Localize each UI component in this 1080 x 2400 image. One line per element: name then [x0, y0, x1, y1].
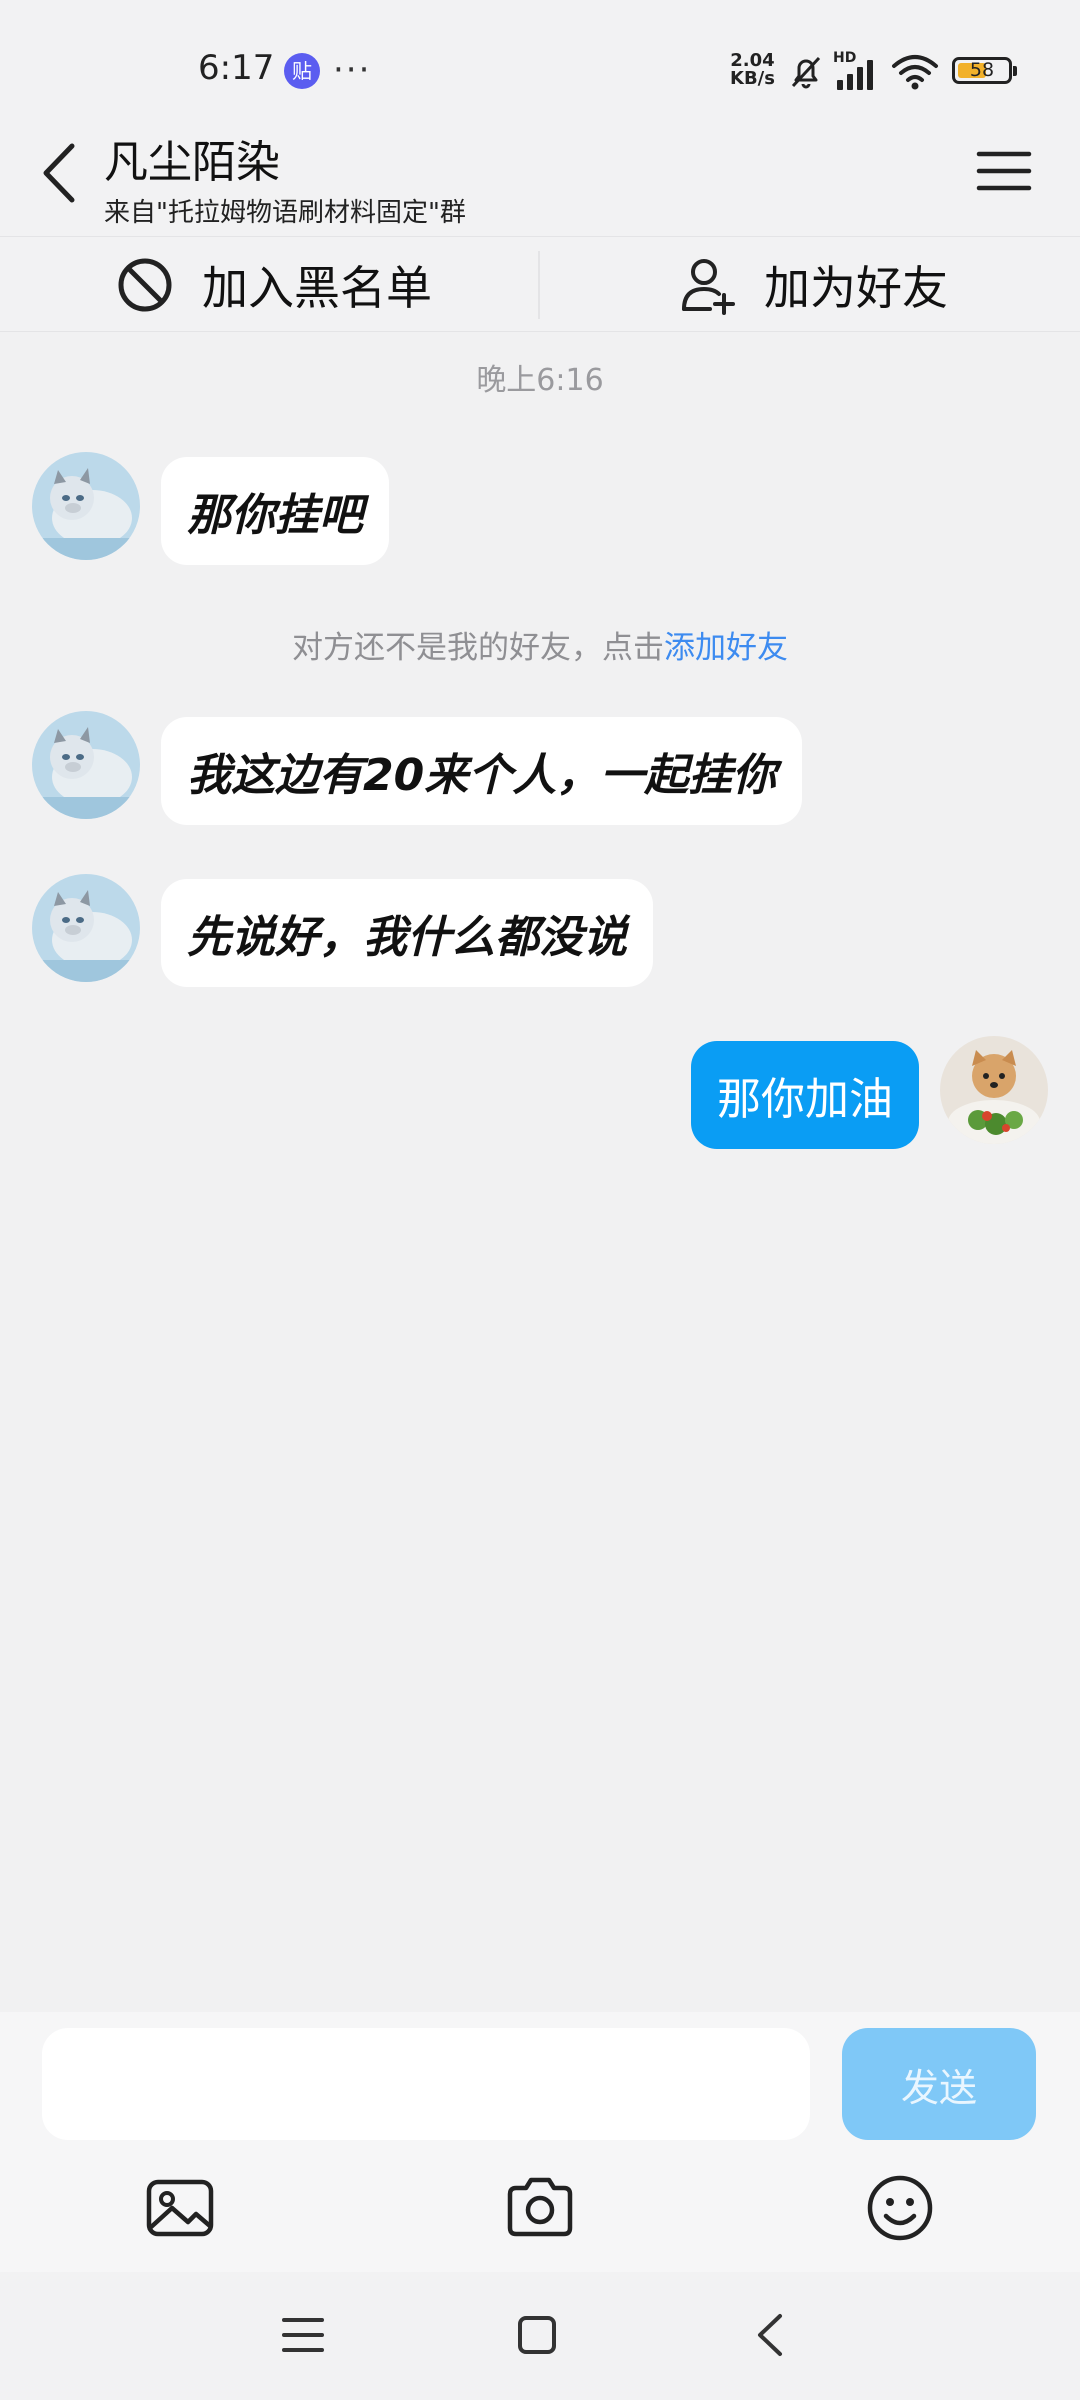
battery-icon: 58: [952, 57, 1017, 84]
recents-icon[interactable]: [278, 2310, 328, 2360]
chat-time-label: 晚上6:16: [476, 363, 604, 398]
menu-icon[interactable]: [975, 146, 1033, 196]
image-icon[interactable]: [144, 2172, 216, 2244]
contact-avatar[interactable]: [32, 452, 140, 560]
back-arrow-icon[interactable]: [36, 138, 86, 208]
cat-avatar-icon: [32, 874, 140, 982]
status-bar: 6:17 贴 ··· 2.04 KB/s HD 58: [0, 0, 1080, 130]
block-button[interactable]: 加入黑名单: [116, 237, 432, 333]
friend-notice: 对方还不是我的好友，点击添加好友: [0, 622, 1080, 667]
my-avatar[interactable]: [940, 1036, 1048, 1144]
contact-avatar[interactable]: [32, 711, 140, 819]
contact-avatar[interactable]: [32, 874, 140, 982]
dog-avatar-icon: [940, 1036, 1048, 1144]
wifi-icon: [892, 55, 938, 90]
send-button[interactable]: 发送: [842, 2028, 1036, 2140]
home-icon[interactable]: [512, 2310, 562, 2360]
message-bubble-outgoing[interactable]: 那你加油: [691, 1041, 919, 1149]
message-bubble-incoming[interactable]: 先说好，我什么都没说: [161, 879, 653, 987]
back-icon[interactable]: [746, 2310, 796, 2360]
add-friend-link[interactable]: 添加好友: [664, 630, 788, 666]
message-input[interactable]: [42, 2028, 810, 2140]
camera-icon[interactable]: [504, 2172, 576, 2244]
message-bubble-incoming[interactable]: 我这边有20来个人，一起挂你: [161, 717, 803, 825]
chat-header: 凡尘陌染 来自"托拉姆物语刷材料固定"群: [0, 118, 1080, 236]
friend-notice-text: 对方还不是我的好友，点击: [292, 630, 664, 666]
add-user-icon: [682, 259, 735, 315]
battery-level: 58: [969, 59, 995, 81]
composer: 发送: [0, 2012, 1080, 2272]
status-time: 6:17: [198, 48, 275, 88]
network-speed: 2.04 KB/s: [730, 52, 775, 88]
signal-icon: [837, 60, 873, 90]
mute-bell-icon: [791, 56, 821, 89]
system-nav-bar: [0, 2272, 1080, 2400]
notification-badge-icon: 贴: [284, 53, 320, 89]
emoji-icon[interactable]: [864, 2172, 936, 2244]
block-icon: [118, 258, 172, 312]
add-friend-button-label: 加为好友: [764, 261, 948, 315]
action-divider: [538, 251, 540, 319]
network-speed-unit: KB/s: [730, 68, 775, 89]
message-bubble-incoming[interactable]: 那你挂吧: [161, 457, 389, 565]
block-button-label: 加入黑名单: [202, 261, 432, 315]
more-notifications-icon: ···: [333, 50, 372, 90]
add-friend-button[interactable]: 加为好友: [680, 237, 948, 333]
cat-avatar-icon: [32, 711, 140, 819]
cat-avatar-icon: [32, 452, 140, 560]
chat-source-subtitle: 来自"托拉姆物语刷材料固定"群: [104, 198, 466, 228]
stranger-action-bar: 加入黑名单 加为好友: [0, 236, 1080, 332]
page-title[interactable]: 凡尘陌染: [104, 126, 280, 190]
